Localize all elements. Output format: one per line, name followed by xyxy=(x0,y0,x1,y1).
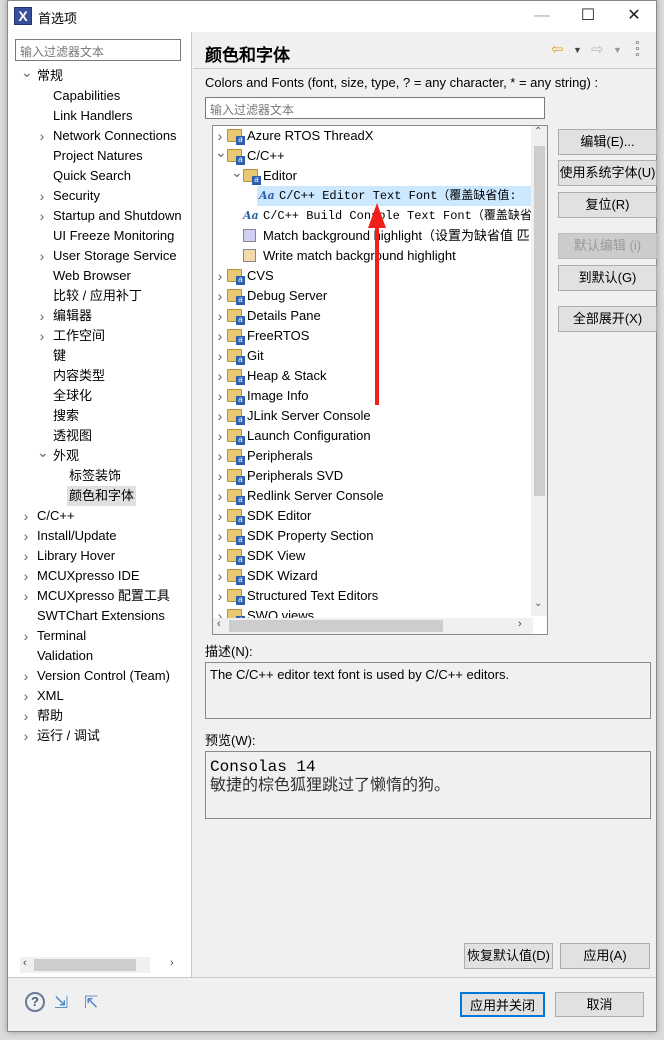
red-arrow-annotation xyxy=(368,203,386,405)
arrow-head xyxy=(368,203,386,228)
